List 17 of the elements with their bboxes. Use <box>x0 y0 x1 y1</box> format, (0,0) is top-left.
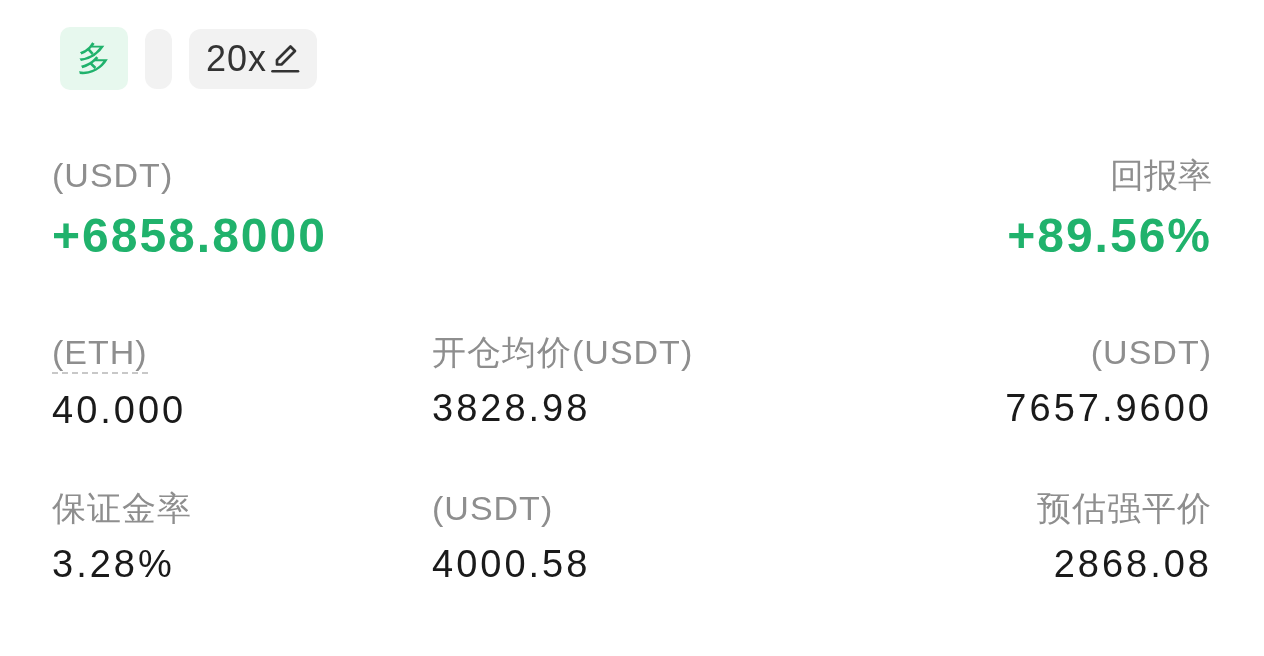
stat-value: 40.000 <box>52 388 187 432</box>
stat-value: 3.28% <box>52 542 175 586</box>
stat-label: 开仓均价(USDT) <box>432 332 694 372</box>
stat-label: 保证金率 <box>52 488 192 528</box>
stat-label: (USDT) <box>1090 332 1212 372</box>
roe-value: +89.56% <box>1007 208 1212 264</box>
stat-label: 预估强平价 <box>1037 488 1212 528</box>
pnl-label: (USDT) <box>52 155 175 195</box>
stat-value: 3828.98 <box>432 386 591 430</box>
position-side-badge: 多 <box>60 27 128 90</box>
roe-label: 回报率 <box>1110 155 1212 195</box>
stat-value: 7657.9600 <box>1005 386 1212 430</box>
pnl-value: +6858.8000 <box>52 208 327 264</box>
stat-label: (USDT) <box>432 488 554 528</box>
stat-value: 4000.58 <box>432 542 591 586</box>
leverage-button[interactable]: 20x <box>189 28 318 89</box>
stat-value: 2868.08 <box>1053 542 1212 586</box>
